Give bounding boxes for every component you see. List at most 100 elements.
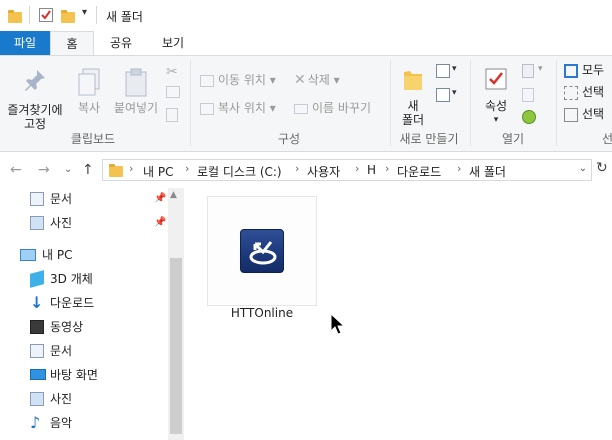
- nav-item-music[interactable]: ♪ 음악: [30, 412, 170, 434]
- invert-selection-icon: [564, 107, 578, 122]
- history-icon[interactable]: [522, 110, 536, 124]
- new-group: 새 폴더 ▾ ▾ 새로 만들기: [392, 56, 466, 151]
- open-group-label: 열기: [501, 132, 525, 146]
- copy-to-icon: [200, 102, 214, 115]
- new-item-dropdown-icon[interactable]: ▾: [452, 64, 457, 74]
- divider: [390, 60, 391, 146]
- pin-label-line1: 즐겨찾기에: [7, 103, 63, 117]
- mouse-cursor-icon: [330, 313, 346, 335]
- back-arrow-icon[interactable]: ←: [10, 162, 22, 178]
- divider: [190, 60, 191, 146]
- breadcrumb-new-folder[interactable]: 새 폴더: [469, 163, 506, 180]
- breadcrumb-separator[interactable]: ›: [355, 162, 359, 175]
- nav-scrollbar-thumb[interactable]: [170, 258, 182, 434]
- copy-button[interactable]: 복사: [70, 68, 108, 115]
- breadcrumb-separator[interactable]: ›: [385, 162, 389, 175]
- paste-label: 붙여넣기: [113, 101, 159, 115]
- breadcrumb-downloads[interactable]: 다운로드: [397, 163, 441, 180]
- move-to-icon: [200, 74, 214, 87]
- tab-share[interactable]: 공유: [96, 31, 146, 55]
- address-bar[interactable]: › 내 PC › 로컬 디스크 (C:) › 사용자 › H › 다운로드 › …: [102, 159, 592, 181]
- breadcrumb-separator[interactable]: ›: [185, 162, 189, 175]
- divider: [29, 6, 30, 24]
- pin-icon: [25, 70, 45, 91]
- 3d-objects-icon: [30, 270, 44, 288]
- new-folder-icon: [404, 71, 422, 90]
- rename-icon: [294, 103, 308, 114]
- nav-item-desktop[interactable]: 바탕 화면: [30, 364, 170, 386]
- new-folder-label-line2: 폴더: [401, 113, 425, 127]
- customize-quick-access-icon[interactable]: ▾: [82, 7, 87, 18]
- new-folder-button[interactable]: 새 폴더: [396, 66, 430, 127]
- paste-icon: [125, 68, 147, 97]
- nav-item-videos[interactable]: 동영상: [30, 316, 170, 338]
- nav-item-3d-objects[interactable]: 3D 개체: [30, 268, 170, 290]
- refresh-icon[interactable]: ↻: [596, 160, 608, 176]
- nav-item-documents[interactable]: 문서: [30, 340, 170, 362]
- open-icon[interactable]: [522, 64, 534, 78]
- nav-item-pictures-quick[interactable]: 사진 📌: [30, 212, 170, 234]
- paste-shortcut-icon[interactable]: [166, 108, 178, 122]
- nav-item-documents-quick[interactable]: 문서 📌: [30, 188, 170, 210]
- breadcrumb-separator[interactable]: ›: [129, 162, 133, 175]
- pin-icon[interactable]: 📌: [154, 212, 166, 234]
- breadcrumb-users[interactable]: 사용자: [307, 163, 340, 180]
- new-item-icon[interactable]: [436, 64, 450, 78]
- select-none-button[interactable]: 선택: [564, 82, 604, 102]
- breadcrumb-local-disk[interactable]: 로컬 디스크 (C:): [197, 163, 282, 180]
- delete-button[interactable]: ✕ 삭제 ▾: [294, 70, 340, 90]
- breadcrumb-separator[interactable]: ›: [457, 162, 461, 175]
- pin-to-quick-access-button[interactable]: 즐겨찾기에 고정: [2, 68, 68, 131]
- tab-home[interactable]: 홈: [50, 31, 94, 56]
- edit-icon[interactable]: [522, 88, 534, 102]
- up-arrow-icon[interactable]: ↑: [82, 162, 94, 178]
- nav-item-downloads[interactable]: ↓ 다운로드: [30, 292, 170, 314]
- window-title: 새 폴더: [106, 10, 143, 24]
- breadcrumb-separator[interactable]: ›: [295, 162, 299, 175]
- select-all-button[interactable]: 모두: [564, 60, 604, 80]
- paste-button[interactable]: 붙여넣기: [108, 68, 164, 115]
- move-to-button[interactable]: 이동 위치 ▾: [200, 70, 276, 90]
- app-icon[interactable]: [240, 229, 284, 273]
- pin-label-line2: 고정: [23, 117, 47, 131]
- documents-icon: [30, 192, 44, 206]
- nav-item-this-pc[interactable]: 내 PC: [20, 244, 170, 266]
- tab-file[interactable]: 파일: [0, 31, 50, 55]
- recent-locations-chevron-icon[interactable]: ⌄: [64, 164, 72, 175]
- folder-icon: [109, 164, 123, 177]
- rename-button[interactable]: 이름 바꾸기: [294, 98, 371, 118]
- videos-icon: [30, 320, 44, 334]
- address-dropdown-icon[interactable]: ⌄: [579, 163, 587, 174]
- easy-access-icon[interactable]: [436, 88, 450, 102]
- nav-item-pictures[interactable]: 사진: [30, 388, 170, 410]
- computer-icon: [20, 249, 36, 261]
- divider: [470, 60, 471, 146]
- title-bar: ▾ 새 폴더: [0, 0, 612, 31]
- pin-icon[interactable]: 📌: [154, 188, 166, 210]
- pictures-icon: [30, 392, 44, 406]
- copy-to-button[interactable]: 복사 위치 ▾: [200, 98, 276, 118]
- new-folder-quick-access-icon[interactable]: [61, 10, 75, 23]
- forward-arrow-icon[interactable]: →: [38, 162, 50, 178]
- scroll-up-arrow-icon[interactable]: ▲: [170, 190, 177, 200]
- copy-path-icon[interactable]: [166, 86, 180, 98]
- select-none-icon: [564, 85, 578, 100]
- navigation-pane: 문서 📌 사진 📌 내 PC 3D 개체 ↓ 다운로드 동영상 문서 바탕 화면…: [0, 188, 184, 440]
- properties-quick-access-icon[interactable]: [38, 7, 54, 26]
- easy-access-dropdown-icon[interactable]: ▾: [452, 88, 457, 98]
- select-group: 모두 선택 선택 선: [558, 56, 612, 151]
- open-dropdown-icon[interactable]: ▾: [538, 64, 543, 74]
- downloads-icon: ↓: [30, 293, 44, 312]
- desktop-icon: [30, 369, 46, 380]
- tab-view[interactable]: 보기: [148, 31, 198, 55]
- properties-icon: [485, 68, 507, 90]
- file-name[interactable]: HTTOnline: [207, 306, 317, 320]
- breadcrumb-this-pc[interactable]: 내 PC: [143, 163, 173, 180]
- invert-selection-button[interactable]: 선택: [564, 104, 604, 124]
- breadcrumb-user-h[interactable]: H: [367, 163, 376, 177]
- properties-button[interactable]: 속성 ▾: [478, 66, 514, 127]
- divider: [96, 6, 97, 24]
- new-folder-label-line1: 새: [407, 99, 419, 113]
- cut-icon[interactable]: ✂: [166, 64, 178, 80]
- music-icon: ♪: [30, 413, 41, 432]
